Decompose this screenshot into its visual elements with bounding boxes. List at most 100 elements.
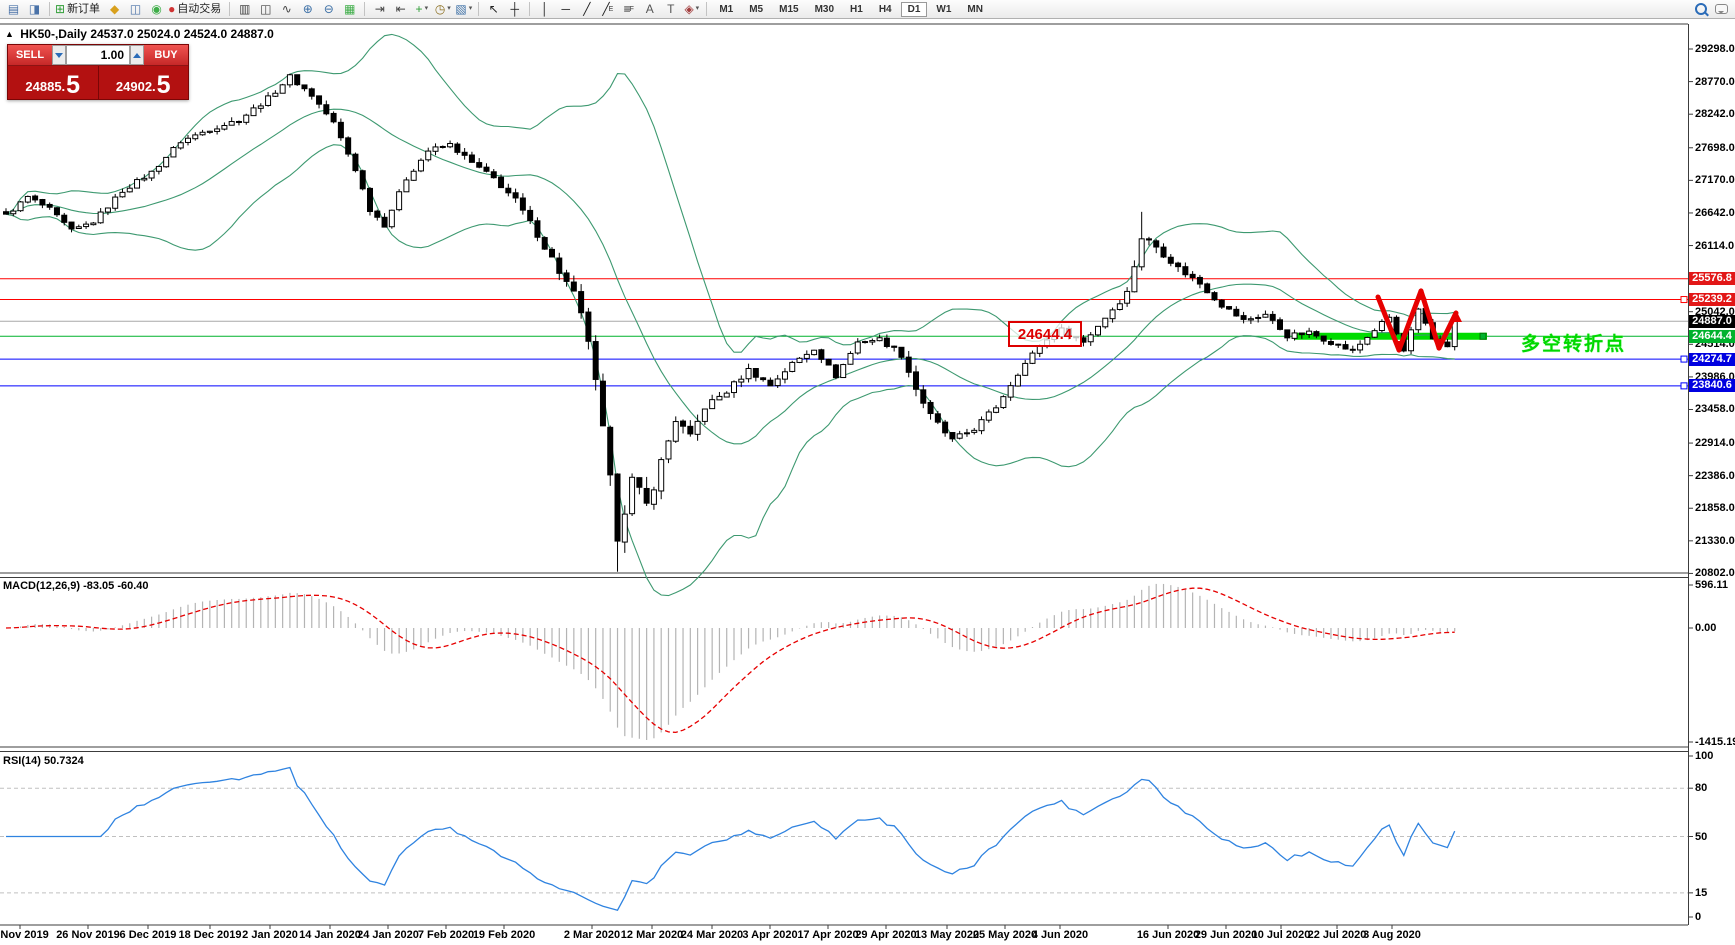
new-order-button-label: 新订单 bbox=[67, 3, 101, 15]
timeframe-m30[interactable]: M30 bbox=[808, 2, 841, 17]
tile-windows-icon-glyph: ▦ bbox=[344, 2, 356, 16]
price-line-badge: 25576.8 bbox=[1689, 272, 1735, 286]
sell-price-big-digit: 5 bbox=[66, 71, 81, 99]
toolbar-separator bbox=[706, 2, 708, 16]
price-tick-label: 26642.0 bbox=[1695, 206, 1735, 219]
bar-chart-type-icon-glyph: ▥ bbox=[239, 2, 251, 16]
signals-icon-glyph: ◉ bbox=[151, 2, 162, 16]
search-icon-glyph bbox=[1694, 3, 1707, 15]
timeframe-d1[interactable]: D1 bbox=[900, 1, 928, 17]
price-tick-label: 22914.0 bbox=[1695, 437, 1735, 450]
candlestick-type-icon-glyph: ◫ bbox=[260, 2, 272, 16]
price-tick-label: 20802.0 bbox=[1695, 567, 1735, 580]
vertical-line-icon[interactable]: │ bbox=[534, 1, 555, 18]
rsi-tick-label: 80 bbox=[1695, 782, 1708, 795]
macd-tick-label: 0.00 bbox=[1695, 622, 1717, 634]
toolbar-separator bbox=[49, 2, 50, 16]
rsi-tick-label: 15 bbox=[1695, 886, 1708, 899]
chart-ohlc: 24537.0 25024.0 24524.0 24887.0 bbox=[90, 27, 274, 41]
arrows-icon[interactable]: ◈ ▾ bbox=[681, 1, 702, 18]
templates-icon-glyph: ▧ bbox=[455, 2, 467, 16]
date-tick-label: 4 Jun 2020 bbox=[1031, 929, 1089, 941]
arrows-icon-glyph: ◈ bbox=[684, 2, 694, 16]
signals-icon[interactable]: ◉ bbox=[146, 1, 167, 18]
triangle-up-icon bbox=[133, 52, 141, 58]
autotrading-button-glyph: ● bbox=[168, 2, 176, 16]
cursor-icon[interactable]: ↖ bbox=[483, 1, 504, 18]
horizontal-line-icon[interactable]: ─ bbox=[555, 1, 576, 18]
expert-advisors-icon-glyph: ◆ bbox=[109, 2, 120, 16]
trendline-icon[interactable]: ╱ bbox=[576, 1, 597, 18]
timeframe-w1[interactable]: W1 bbox=[929, 2, 958, 17]
fibonacci-icon[interactable]: ≡ F bbox=[618, 1, 639, 18]
chart-shift-icon-glyph: ⇤ bbox=[395, 2, 406, 16]
candlestick-type-icon[interactable]: ◫ bbox=[255, 1, 276, 18]
chart-shift-icon[interactable]: ⇤ bbox=[390, 1, 411, 18]
expert-advisors-icon[interactable]: ◆ bbox=[104, 1, 125, 18]
timeframe-m1[interactable]: M1 bbox=[712, 2, 740, 17]
bar-chart-type-icon[interactable]: ▥ bbox=[234, 1, 255, 18]
sell-price[interactable]: 24885. 5 bbox=[8, 66, 98, 99]
buy-price-main: 24902. bbox=[115, 79, 156, 94]
auto-scroll-icon-glyph: ⇥ bbox=[374, 2, 385, 16]
timeframe-m15[interactable]: M15 bbox=[772, 2, 805, 17]
macd-tick-label: 596.11 bbox=[1695, 579, 1729, 591]
cursor-icon-glyph: ↖ bbox=[488, 2, 499, 16]
periods-icon[interactable]: ◷ ▾ bbox=[432, 1, 453, 18]
toolbar-separator bbox=[478, 2, 480, 16]
price-line-badge: 24644.4 bbox=[1689, 329, 1735, 343]
line-chart-type-icon-glyph: ∿ bbox=[281, 2, 292, 16]
toolbar-separator bbox=[364, 2, 366, 16]
price-tick-label: 29298.0 bbox=[1695, 43, 1735, 55]
sell-button[interactable]: SELL bbox=[8, 45, 52, 65]
chat-icon-glyph bbox=[1715, 4, 1728, 14]
zoom-in-icon-glyph: ⊕ bbox=[302, 2, 313, 16]
one-click-trading-panel: SELL BUY 24885. 5 24902. 5 bbox=[7, 44, 189, 100]
arrows-icon-dropdown: ▾ bbox=[695, 5, 700, 12]
price-tick-label: 27698.0 bbox=[1695, 141, 1735, 154]
volume-decrease-button[interactable] bbox=[52, 45, 66, 65]
charts-toolbar-icon[interactable]: ▤ bbox=[3, 1, 24, 18]
timeframe-h4[interactable]: H4 bbox=[872, 2, 899, 17]
price-line-badge: 24887.0 bbox=[1689, 314, 1735, 328]
profiles-icon[interactable]: ◨ bbox=[24, 1, 45, 18]
chart-canvas[interactable] bbox=[0, 24, 1688, 925]
rsi-tick-label: 0 bbox=[1695, 911, 1702, 923]
volume-increase-button[interactable] bbox=[130, 45, 144, 65]
price-tick-label: 28242.0 bbox=[1695, 108, 1735, 121]
timeframe-mn[interactable]: MN bbox=[960, 2, 990, 17]
chat-icon[interactable] bbox=[1711, 1, 1732, 18]
new-order-button-glyph: ⊞ bbox=[55, 2, 66, 16]
zoom-in-icon[interactable]: ⊕ bbox=[297, 1, 318, 18]
volume-input[interactable] bbox=[66, 45, 130, 65]
price-tick-label: 28770.0 bbox=[1695, 75, 1735, 88]
rsi-tick-label: 100 bbox=[1695, 750, 1714, 762]
text-icon[interactable]: A bbox=[639, 1, 660, 18]
price-annotation-box[interactable]: 24644.4 bbox=[1008, 321, 1082, 347]
buy-button[interactable]: BUY bbox=[144, 45, 188, 65]
timeframe-h1[interactable]: H1 bbox=[843, 2, 870, 17]
triangle-down-icon bbox=[55, 52, 63, 58]
add-indicator-icon[interactable]: + ▾ bbox=[411, 1, 432, 18]
auto-scroll-icon[interactable]: ⇥ bbox=[369, 1, 390, 18]
equidistant-channel-icon[interactable]: ╱ E bbox=[597, 1, 618, 18]
buy-price[interactable]: 24902. 5 bbox=[99, 66, 189, 99]
pivot-point-text[interactable]: 多空转折点 bbox=[1521, 329, 1626, 356]
crosshair-icon[interactable]: ┼ bbox=[504, 1, 525, 18]
text-label-icon-glyph: T bbox=[667, 2, 675, 16]
one-click-toggle-icon[interactable]: ▲ bbox=[5, 29, 14, 39]
macd-tick-label: -1415.19 bbox=[1695, 736, 1735, 748]
search-icon[interactable] bbox=[1690, 1, 1711, 18]
tile-windows-icon[interactable]: ▦ bbox=[339, 1, 360, 18]
text-label-icon[interactable]: T bbox=[660, 1, 681, 18]
line-chart-type-icon[interactable]: ∿ bbox=[276, 1, 297, 18]
timeframe-m5[interactable]: M5 bbox=[742, 2, 770, 17]
crosshair-icon-glyph: ┼ bbox=[510, 2, 520, 16]
new-order-button[interactable]: ⊞ 新订单 bbox=[54, 1, 104, 18]
zoom-out-icon-glyph: ⊖ bbox=[323, 2, 334, 16]
equidistant-channel-icon-sub: E bbox=[608, 5, 614, 13]
templates-icon[interactable]: ▧ ▾ bbox=[453, 1, 474, 18]
autotrading-button[interactable]: ● 自动交易 bbox=[167, 1, 225, 18]
zoom-out-icon[interactable]: ⊖ bbox=[318, 1, 339, 18]
market-icon[interactable]: ◫ bbox=[125, 1, 146, 18]
